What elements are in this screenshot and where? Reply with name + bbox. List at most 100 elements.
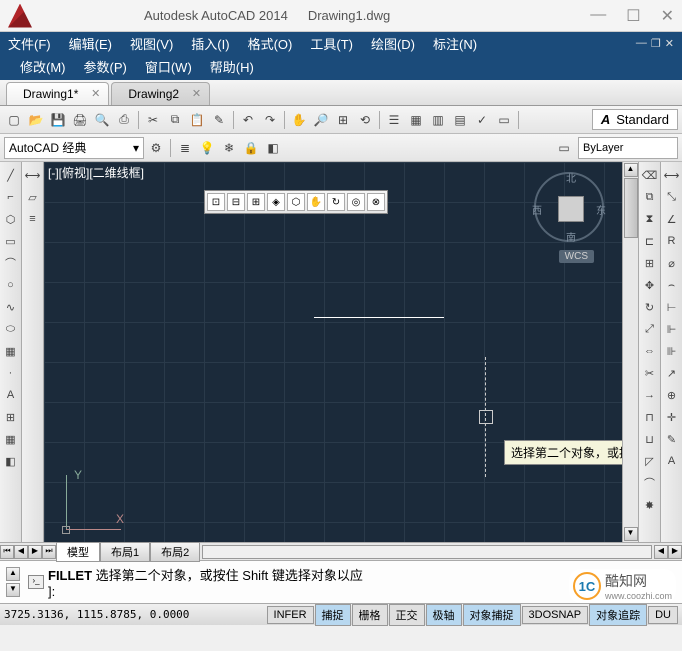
- toggle-osnap[interactable]: 对象捕捉: [463, 604, 521, 626]
- match-icon[interactable]: ✎: [209, 110, 229, 130]
- layer-freeze-icon[interactable]: ❄: [219, 138, 239, 158]
- viewcube[interactable]: 北 南 东 西: [534, 172, 604, 242]
- tolerance-icon[interactable]: ⊕: [663, 386, 681, 404]
- polygon-icon[interactable]: ⬡: [2, 210, 20, 228]
- dim-radius-icon[interactable]: R: [663, 232, 681, 250]
- leader-icon[interactable]: ↗: [663, 364, 681, 382]
- dim-arc-icon[interactable]: ⌢: [663, 276, 681, 294]
- dim-style-icon[interactable]: A: [663, 452, 681, 470]
- layer-manager-icon[interactable]: ≣: [175, 138, 195, 158]
- viewcube-face[interactable]: [558, 196, 584, 222]
- tab-model[interactable]: 模型: [56, 542, 100, 562]
- tab-first-icon[interactable]: ⏮: [0, 545, 14, 559]
- properties-icon[interactable]: ☰: [384, 110, 404, 130]
- hatch-icon[interactable]: ▦: [2, 342, 20, 360]
- table-icon[interactable]: ▦: [2, 430, 20, 448]
- preview-icon[interactable]: 🔍: [92, 110, 112, 130]
- layer-combo[interactable]: ByLayer: [578, 137, 678, 159]
- vertical-scrollbar[interactable]: ▲ ▼: [622, 162, 638, 542]
- move-icon[interactable]: ✥: [641, 276, 659, 294]
- menu-insert[interactable]: 插入(I): [191, 34, 229, 53]
- sheet-set-icon[interactable]: ▤: [450, 110, 470, 130]
- view-wheel-icon[interactable]: ◎: [347, 193, 365, 211]
- tab-layout2[interactable]: 布局2: [150, 542, 200, 562]
- view-pan-icon[interactable]: ✋: [307, 193, 325, 211]
- workspace-combo[interactable]: AutoCAD 经典 ▾: [4, 137, 144, 159]
- block-icon[interactable]: ⊞: [2, 408, 20, 426]
- new-icon[interactable]: ▢: [4, 110, 24, 130]
- rectangle-icon[interactable]: ▭: [2, 232, 20, 250]
- scroll-down-icon[interactable]: ▼: [624, 527, 638, 541]
- bylayer-icon[interactable]: ▭: [554, 138, 574, 158]
- close-button[interactable]: ✕: [661, 6, 674, 26]
- dim-aligned-icon[interactable]: ⤡: [663, 188, 681, 206]
- join-icon[interactable]: ⊔: [641, 430, 659, 448]
- dim-ord-icon[interactable]: ⊢: [663, 298, 681, 316]
- publish-icon[interactable]: ⎙: [114, 110, 134, 130]
- text-icon[interactable]: A: [2, 386, 20, 404]
- undo-icon[interactable]: ↶: [238, 110, 258, 130]
- tab-last-icon[interactable]: ⏭: [42, 545, 56, 559]
- fillet-icon[interactable]: ⌒: [641, 474, 659, 492]
- toggle-polar[interactable]: 极轴: [426, 604, 462, 626]
- line-icon[interactable]: ╱: [2, 166, 20, 184]
- region-icon[interactable]: ◧: [2, 452, 20, 470]
- dim-diameter-icon[interactable]: ⌀: [663, 254, 681, 272]
- point-icon[interactable]: ·: [2, 364, 20, 382]
- scroll-up-icon[interactable]: ▲: [624, 163, 638, 177]
- save-icon[interactable]: 💾: [48, 110, 68, 130]
- minimize-button[interactable]: —: [590, 6, 606, 26]
- coordinates[interactable]: 3725.3136, 1115.8785, 0.0000: [4, 608, 189, 621]
- tab-prev-icon[interactable]: ◀: [14, 545, 28, 559]
- array-icon[interactable]: ⊞: [641, 254, 659, 272]
- arc-icon[interactable]: ⌒: [2, 254, 20, 272]
- view-top-icon[interactable]: ⊡: [207, 193, 225, 211]
- dim-linear-icon[interactable]: ⟷: [663, 166, 681, 184]
- ellipse-icon[interactable]: ⬭: [2, 320, 20, 338]
- list-icon[interactable]: ≡: [24, 210, 42, 228]
- menu-param[interactable]: 参数(P): [84, 57, 127, 76]
- copy-icon[interactable]: ⧉: [165, 110, 185, 130]
- menu-dim[interactable]: 标注(N): [433, 34, 477, 53]
- paste-icon[interactable]: 📋: [187, 110, 207, 130]
- area-icon[interactable]: ▱: [24, 188, 42, 206]
- zoom-icon[interactable]: 🔎: [311, 110, 331, 130]
- trim-icon[interactable]: ✂: [641, 364, 659, 382]
- child-minimize-icon[interactable]: —: [636, 37, 647, 50]
- rotate-icon[interactable]: ↻: [641, 298, 659, 316]
- layer-state-icon[interactable]: 💡: [197, 138, 217, 158]
- horizontal-scrollbar[interactable]: [202, 545, 652, 559]
- cmd-scroll-down-icon[interactable]: ▼: [6, 583, 20, 597]
- menu-format[interactable]: 格式(O): [248, 34, 293, 53]
- pan-icon[interactable]: ✋: [289, 110, 309, 130]
- view-3d-icon[interactable]: ⬡: [287, 193, 305, 211]
- distance-icon[interactable]: ⟷: [24, 166, 42, 184]
- child-restore-icon[interactable]: ❐: [651, 37, 661, 50]
- menu-draw[interactable]: 绘图(D): [371, 34, 415, 53]
- scale-icon[interactable]: ⤢: [641, 320, 659, 338]
- doc-tab-drawing2[interactable]: Drawing2 ✕: [111, 82, 210, 105]
- tab-layout1[interactable]: 布局1: [100, 542, 150, 562]
- open-icon[interactable]: 📂: [26, 110, 46, 130]
- toggle-otrack[interactable]: 对象追踪: [589, 604, 647, 626]
- polyline-icon[interactable]: ⌐: [2, 188, 20, 206]
- view-left-icon[interactable]: ⊞: [247, 193, 265, 211]
- text-style-combo[interactable]: A Standard: [592, 109, 678, 130]
- tab-close-icon[interactable]: ✕: [192, 87, 201, 100]
- wcs-badge[interactable]: WCS: [559, 250, 594, 263]
- markup-icon[interactable]: ✓: [472, 110, 492, 130]
- print-icon[interactable]: 🖨: [70, 110, 90, 130]
- view-front-icon[interactable]: ⊟: [227, 193, 245, 211]
- tool-palette-icon[interactable]: ▥: [428, 110, 448, 130]
- cut-icon[interactable]: ✂: [143, 110, 163, 130]
- gear-icon[interactable]: ⚙: [146, 138, 166, 158]
- zoom-prev-icon[interactable]: ⟲: [355, 110, 375, 130]
- toggle-du[interactable]: DU: [648, 606, 678, 624]
- menu-window[interactable]: 窗口(W): [145, 57, 192, 76]
- doc-tab-drawing1[interactable]: Drawing1* ✕: [6, 82, 109, 105]
- drawing-canvas[interactable]: [-][俯视][二维线框] ⊡ ⊟ ⊞ ◈ ⬡ ✋ ↻ ◎ ⊗ 北 南 东 西 …: [44, 162, 622, 542]
- dim-edit-icon[interactable]: ✎: [663, 430, 681, 448]
- design-center-icon[interactable]: ▦: [406, 110, 426, 130]
- scroll-thumb[interactable]: [624, 178, 638, 238]
- dim-base-icon[interactable]: ⊩: [663, 320, 681, 338]
